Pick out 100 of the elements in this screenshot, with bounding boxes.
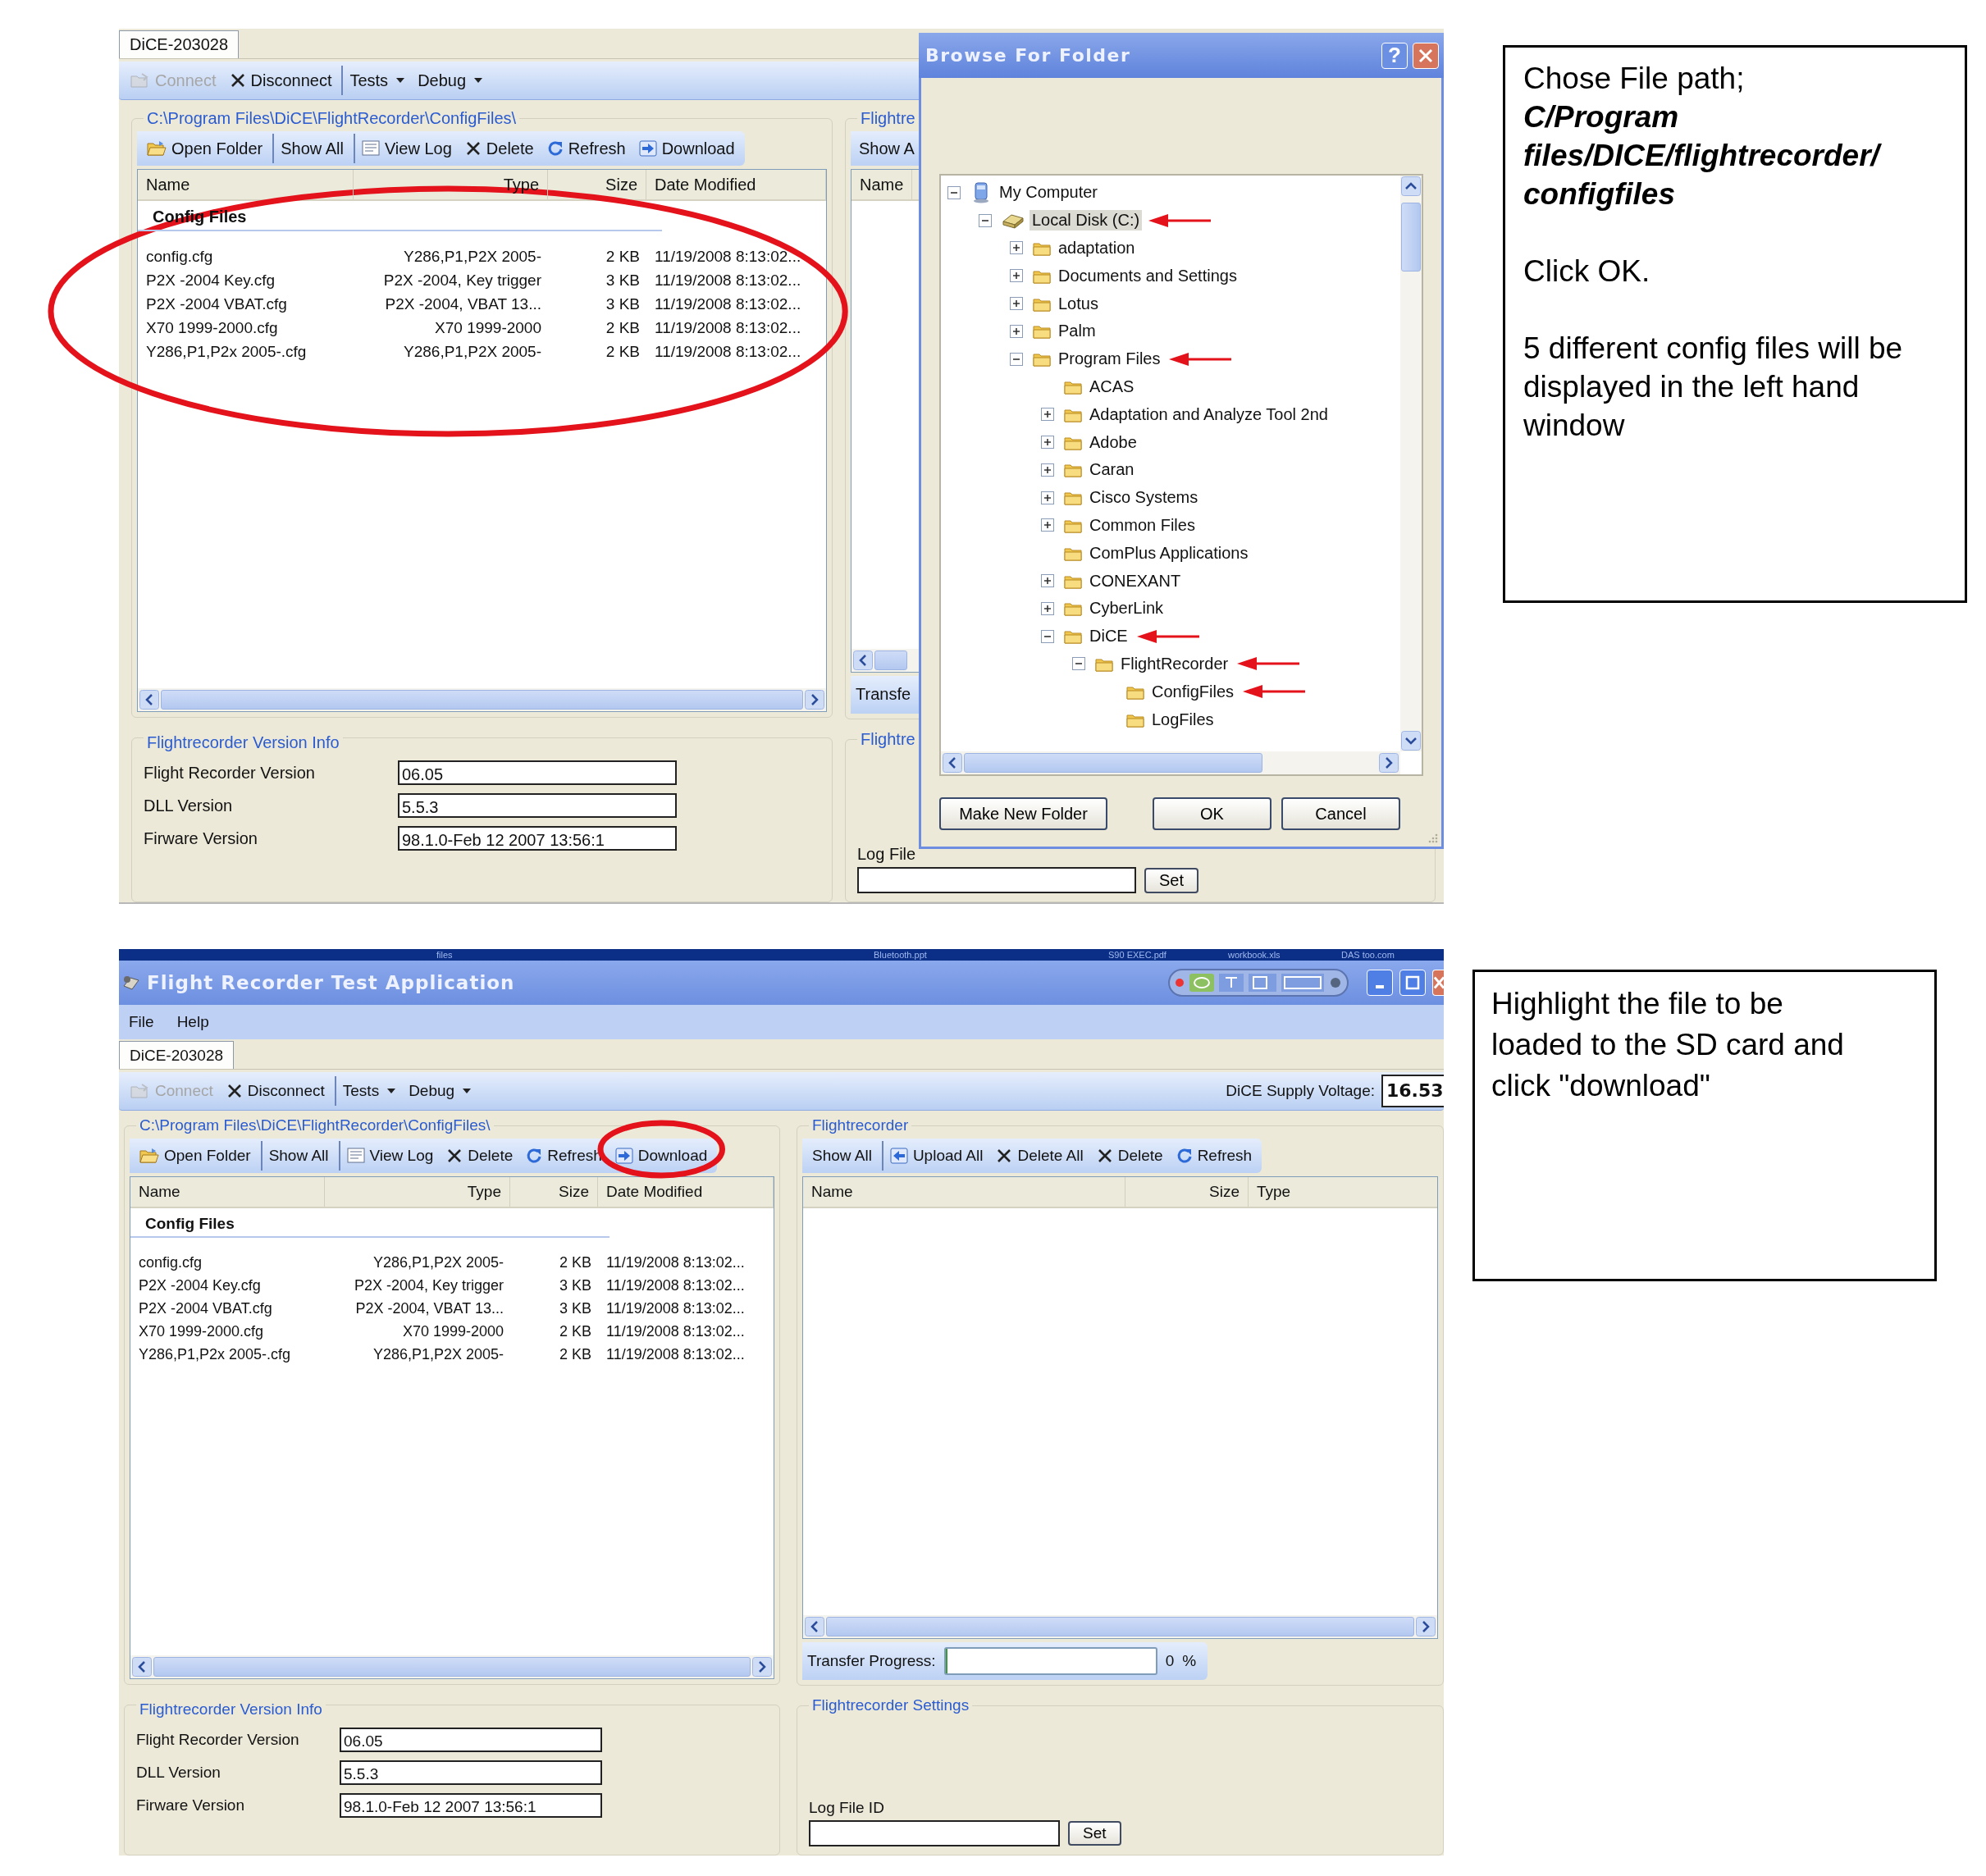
toolbar-button[interactable]: Delete xyxy=(458,134,541,163)
toolbar-button[interactable]: Disconnect xyxy=(222,66,339,95)
file-row[interactable]: P2X -2004 VBAT.cfg P2X -2004, VBAT 13... 3 KB 11/19/2008 8:13:02... xyxy=(138,292,808,316)
close-button[interactable] xyxy=(1432,970,1444,996)
scroll-left-button[interactable] xyxy=(139,690,159,710)
tree-toggle[interactable] xyxy=(1010,324,1023,338)
file-row[interactable]: X70 1999-2000.cfg X70 1999-2000 2 KB 11/19/2008 8:13:02... xyxy=(130,1320,751,1343)
dialog-button[interactable]: Make New Folder xyxy=(939,797,1107,830)
tree-item[interactable]: ACAS xyxy=(1087,376,1137,397)
column-header[interactable]: Date Modified xyxy=(598,1177,774,1207)
tree-toggle[interactable] xyxy=(1041,629,1054,643)
scroll-right-button[interactable] xyxy=(1379,753,1399,773)
tree-toggle[interactable] xyxy=(1010,352,1023,366)
horizontal-scrollbar[interactable] xyxy=(851,648,920,672)
tab[interactable]: DiCE-203028 xyxy=(119,30,240,58)
tree-toggle[interactable] xyxy=(1010,241,1023,255)
file-row[interactable]: P2X -2004 VBAT.cfg P2X -2004, VBAT 13... 3 KB 11/19/2008 8:13:02... xyxy=(130,1297,751,1320)
minimize-button[interactable] xyxy=(1367,970,1393,996)
taskbar-item[interactable]: S90 EXEC.pdf xyxy=(1108,949,1228,961)
dialog-button[interactable]: OK xyxy=(1153,797,1271,830)
set-button[interactable]: Set xyxy=(1144,867,1199,893)
toolbar-button[interactable]: Delete xyxy=(1089,1141,1170,1171)
scroll-right-button[interactable] xyxy=(752,1656,772,1677)
tree-item[interactable]: FlightRecorder xyxy=(1118,653,1231,674)
taskbar-item[interactable]: files xyxy=(436,949,874,961)
menu-item[interactable]: Help xyxy=(176,1013,209,1031)
scroll-thumb[interactable] xyxy=(1401,203,1421,272)
taskbar-item[interactable]: DAS too.com xyxy=(1341,949,1395,961)
tree-item[interactable]: CyberLink xyxy=(1087,598,1166,619)
scroll-thumb[interactable] xyxy=(153,1656,751,1677)
toolbar-button[interactable]: Refresh xyxy=(1169,1141,1259,1171)
toolbar-button[interactable]: Show All xyxy=(272,134,350,163)
tree-toggle[interactable] xyxy=(1041,436,1054,450)
toolbar-button[interactable]: Open Folder xyxy=(140,134,270,163)
file-row[interactable]: P2X -2004 Key.cfg P2X -2004, Key trigger 3 KB 11/19/2008 8:13:02... xyxy=(138,268,808,292)
scroll-down-button[interactable] xyxy=(1401,731,1421,751)
toolbar-button[interactable]: Delete All xyxy=(989,1141,1090,1171)
tree-item[interactable]: My Computer xyxy=(997,182,1101,203)
tree-toggle[interactable] xyxy=(1010,269,1023,283)
scroll-left-button[interactable] xyxy=(805,1617,824,1637)
toolbar-button[interactable]: Debug xyxy=(402,1076,478,1106)
column-header[interactable]: Type xyxy=(325,1177,510,1207)
column-header[interactable]: Type xyxy=(1249,1177,1437,1207)
toolbar-button[interactable]: Delete xyxy=(440,1141,520,1171)
tree-toggle[interactable] xyxy=(1010,297,1023,311)
file-row[interactable]: P2X -2004 Key.cfg P2X -2004, Key trigger 3 KB 11/19/2008 8:13:02... xyxy=(130,1274,751,1297)
scroll-right-button[interactable] xyxy=(1416,1617,1436,1637)
toolbar-button[interactable]: Show All xyxy=(260,1141,336,1171)
tree-item[interactable]: ConfigFiles xyxy=(1149,681,1237,702)
tree-item[interactable]: Adobe xyxy=(1087,431,1139,453)
tree-item[interactable]: Adaptation and Analyze Tool 2nd xyxy=(1087,404,1331,425)
horizontal-scrollbar[interactable] xyxy=(130,1655,774,1678)
horizontal-scrollbar[interactable] xyxy=(941,751,1400,774)
scroll-thumb[interactable] xyxy=(161,690,803,710)
toolbar-button[interactable]: Debug xyxy=(411,66,490,95)
toolbar-button[interactable]: Tests xyxy=(334,1076,403,1106)
tree-toggle[interactable] xyxy=(947,185,961,199)
scroll-thumb[interactable] xyxy=(874,650,907,670)
tree-toggle[interactable] xyxy=(1041,408,1054,422)
menu-item[interactable]: File xyxy=(129,1013,154,1031)
toolbar-button[interactable]: Refresh xyxy=(540,134,632,163)
tree-toggle[interactable] xyxy=(1041,463,1054,477)
toolbar-button[interactable]: Download xyxy=(632,134,742,163)
maximize-button[interactable] xyxy=(1399,970,1426,996)
toolbar-button[interactable]: Disconnect xyxy=(219,1076,331,1106)
toolbar-button[interactable]: Tests xyxy=(341,66,412,95)
tree-item[interactable]: Palm xyxy=(1056,321,1098,342)
tree-item[interactable]: DiCE xyxy=(1087,626,1130,647)
column-header[interactable]: Size xyxy=(548,170,646,199)
scroll-left-button[interactable] xyxy=(132,1656,152,1677)
scroll-left-button[interactable] xyxy=(943,753,962,773)
file-row[interactable]: config.cfg Y286,P1,P2X 2005- 2 KB 11/19/2008 8:13:02... xyxy=(138,244,808,268)
column-header[interactable]: Size xyxy=(1125,1177,1249,1207)
tree-toggle[interactable] xyxy=(1041,574,1054,588)
file-row[interactable]: X70 1999-2000.cfg X70 1999-2000 2 KB 11/19/2008 8:13:02... xyxy=(138,316,808,340)
tree-item[interactable]: Common Files xyxy=(1087,514,1198,536)
toolbar-button[interactable]: Upload All xyxy=(881,1141,990,1171)
tree-item[interactable]: LogFiles xyxy=(1149,709,1217,730)
tree-item[interactable]: Caran xyxy=(1087,459,1137,481)
tree-item[interactable]: adaptation xyxy=(1056,238,1138,258)
scroll-right-button[interactable] xyxy=(805,690,824,710)
toolbar-button[interactable]: Open Folder xyxy=(133,1141,258,1171)
horizontal-scrollbar[interactable] xyxy=(803,1615,1437,1639)
tab[interactable]: DiCE-203028 xyxy=(119,1041,235,1069)
tree-item[interactable]: Lotus xyxy=(1056,293,1101,314)
horizontal-scrollbar[interactable] xyxy=(138,688,826,712)
tree-toggle[interactable] xyxy=(1041,518,1054,532)
dialog-button[interactable]: Cancel xyxy=(1281,797,1400,830)
column-header[interactable]: Size xyxy=(510,1177,598,1207)
file-row[interactable]: Y286,P1,P2x 2005-.cfg Y286,P1,P2X 2005- 2 KB 11/19/2008 8:13:02... xyxy=(130,1343,751,1366)
tree-item[interactable]: Program Files xyxy=(1056,349,1163,370)
tree-item[interactable]: Cisco Systems xyxy=(1087,487,1201,509)
vertical-scrollbar[interactable] xyxy=(1400,176,1422,751)
tree-item[interactable]: CONEXANT xyxy=(1087,570,1184,591)
scroll-thumb[interactable] xyxy=(826,1617,1414,1637)
column-header[interactable]: Name xyxy=(851,170,913,199)
tree-toggle[interactable] xyxy=(1041,491,1054,504)
file-row[interactable]: Y286,P1,P2x 2005-.cfg Y286,P1,P2X 2005- 2 KB 11/19/2008 8:13:02... xyxy=(138,340,808,363)
toolbar-button[interactable]: View Log xyxy=(338,1141,441,1171)
log-file-id-field[interactable] xyxy=(857,867,1136,893)
